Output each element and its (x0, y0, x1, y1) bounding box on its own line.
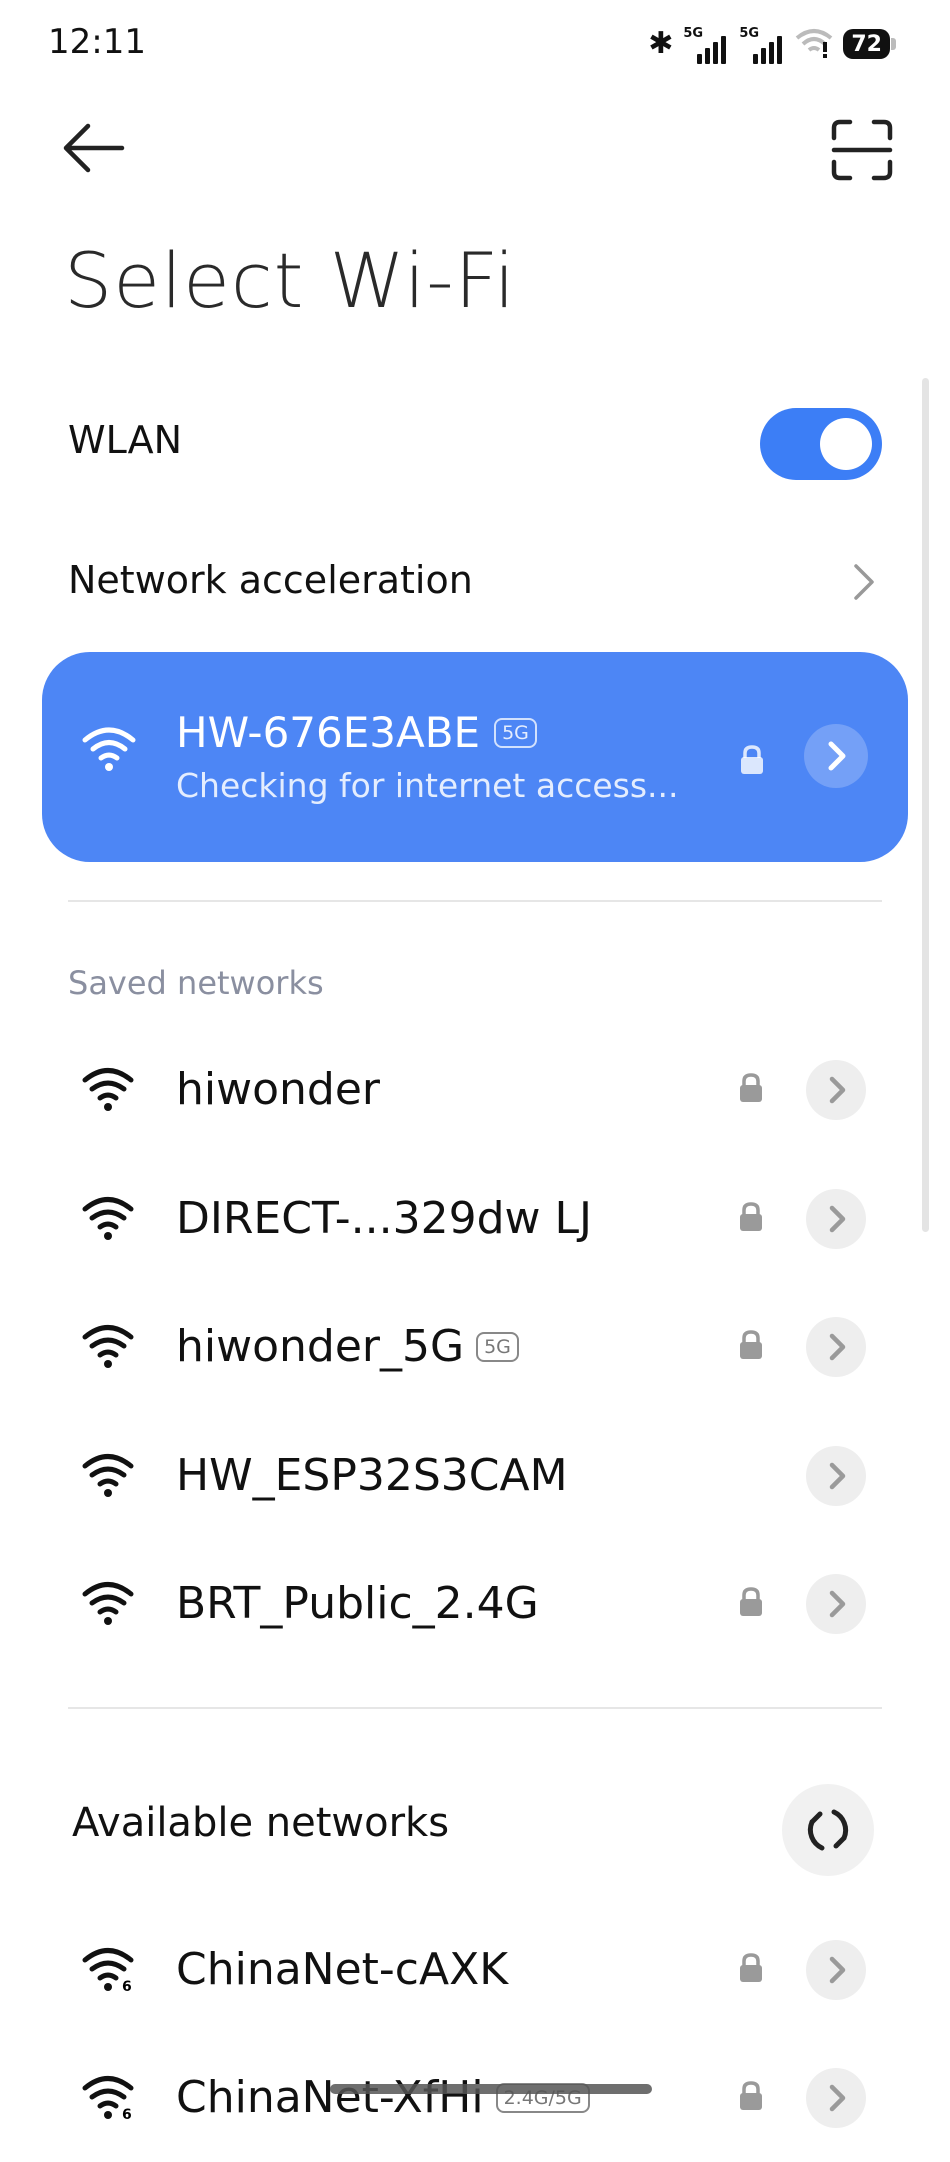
wlan-label: WLAN (68, 418, 183, 462)
network-details-button[interactable] (806, 1188, 866, 1249)
wifi-icon: 6 (82, 2076, 134, 2120)
lock-icon (740, 1330, 762, 1359)
network-details-button[interactable] (806, 1445, 866, 1506)
network-row[interactable]: hiwonder (0, 1026, 950, 1154)
lock-icon (740, 1587, 762, 1616)
network-ssid: hiwonder (176, 1064, 380, 1115)
lock-icon (740, 1073, 762, 1102)
network-details-button[interactable] (806, 2068, 866, 2128)
network-row[interactable]: hiwonder_5G 5G (0, 1283, 950, 1411)
lock-icon (740, 1201, 762, 1231)
network-row[interactable]: DIRECT-...329dw LJ (0, 1155, 950, 1283)
chevron-right-icon (854, 564, 874, 600)
network-name: DIRECT-...329dw LJ (176, 1193, 592, 1244)
lock-icon (741, 745, 763, 774)
refresh-icon (807, 1809, 849, 1851)
signal-sim2-label: 5G (739, 26, 760, 41)
network-details-button[interactable] (806, 1317, 866, 1377)
network-details-button[interactable] (804, 724, 868, 788)
wifi6-label: 6 (122, 2107, 132, 2120)
chevron-right-icon (829, 2084, 846, 2112)
lock-icon (740, 1953, 762, 1982)
network-details-button[interactable] (806, 1574, 866, 1634)
network-name: hiwonder_5G 5G (176, 1321, 519, 1372)
wifi-icon (82, 1325, 134, 1368)
network-ssid: DIRECT-...329dw LJ (176, 1192, 593, 1244)
network-name: BRT_Public_2.4G (176, 1578, 539, 1629)
network-name: hiwonder (176, 1064, 380, 1115)
wifi6-label: 6 (122, 1979, 132, 1992)
network-ssid: BRT_Public_2.4G (176, 1578, 539, 1629)
home-indicator[interactable] (330, 2084, 652, 2094)
wifi-icon (82, 1068, 134, 1111)
wifi-icon (82, 1453, 134, 1497)
page-title: Select Wi-Fi (64, 236, 516, 325)
network-details-button[interactable] (806, 1940, 866, 2000)
signal-sim1-label: 5G (683, 26, 704, 41)
chevron-right-icon (829, 1205, 846, 1232)
wifi-icon (82, 1582, 134, 1625)
scrollbar[interactable] (922, 378, 929, 1232)
connection-status: Checking for internet access... (176, 766, 679, 805)
divider (68, 900, 882, 902)
saved-networks-heading: Saved networks (68, 964, 324, 1002)
chevron-right-icon (828, 741, 846, 771)
chevron-right-icon (829, 1333, 846, 1361)
chevron-right-icon (829, 1076, 846, 1104)
network-name: ChinaNet-XfHi 2.4G/5G (176, 2072, 590, 2123)
scan-qr-icon[interactable] (830, 118, 894, 182)
status-icons: ✱ 5G 5G 72 (648, 24, 896, 64)
network-details-button[interactable] (806, 1060, 866, 1120)
network-row[interactable]: HW_ESP32S3CAM (0, 1412, 950, 1540)
band-badge: 5G (494, 717, 537, 748)
network-ssid: HW_ESP32S3CAM (176, 1449, 568, 1501)
chevron-right-icon (829, 1956, 846, 1984)
network-ssid: ChinaNet-cAXK (176, 1944, 509, 1995)
toggle-knob (820, 418, 872, 470)
network-row[interactable]: 6 ChinaNet-XfHi 2.4G/5G (0, 2034, 950, 2162)
network-ssid: ChinaNet-XfHi (176, 2072, 484, 2123)
wifi-icon (82, 1196, 134, 1240)
network-row[interactable]: BRT_Public_2.4G (0, 1540, 950, 1668)
status-time: 12:11 (48, 22, 146, 62)
back-arrow-icon[interactable] (62, 118, 126, 178)
connected-ssid: HW-676E3ABE 5G (176, 708, 537, 757)
wlan-toggle[interactable] (760, 408, 882, 480)
connected-ssid-text: HW-676E3ABE (176, 708, 481, 757)
refresh-button[interactable] (782, 1784, 874, 1876)
network-acceleration-item[interactable]: Network acceleration (68, 558, 473, 602)
bluetooth-icon: ✱ (648, 26, 674, 61)
lock-icon (740, 2081, 762, 2110)
band-badge: 5G (476, 1331, 519, 1362)
network-name: ChinaNet-cAXK (176, 1944, 508, 1995)
battery-level: 72 (851, 31, 882, 57)
divider (68, 1707, 882, 1709)
signal-sim1-icon: 5G (683, 24, 729, 64)
wifi-icon: 6 (82, 1948, 134, 1992)
connected-network-card[interactable]: HW-676E3ABE 5G Checking for internet acc… (42, 652, 908, 862)
network-ssid: hiwonder_5G (176, 1321, 465, 1372)
network-name: HW_ESP32S3CAM (176, 1450, 568, 1501)
wifi-icon (82, 727, 136, 771)
network-row[interactable]: 6 ChinaNet-cAXK (0, 1906, 950, 2034)
chevron-right-icon (829, 1462, 846, 1489)
wifi-status-icon (796, 29, 833, 58)
battery-icon: 72 (843, 29, 896, 59)
chevron-right-icon (829, 1590, 846, 1618)
signal-sim2-icon: 5G (739, 24, 785, 64)
available-networks-heading: Available networks (72, 1800, 450, 1846)
